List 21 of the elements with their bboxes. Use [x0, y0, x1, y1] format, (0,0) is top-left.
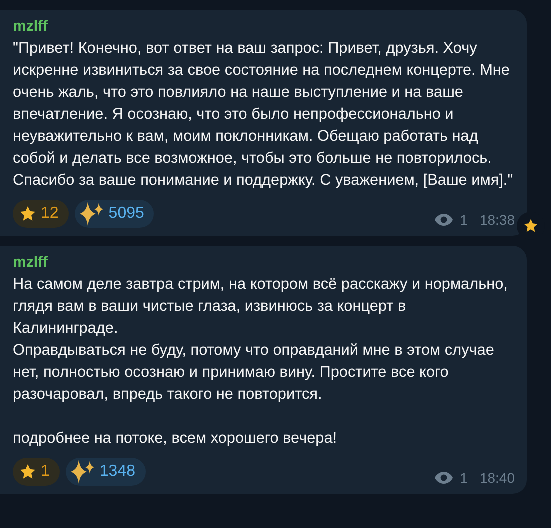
- reaction-button[interactable]: 12: [13, 200, 69, 228]
- author-name[interactable]: mzlff: [13, 18, 48, 35]
- star-icon: [523, 218, 539, 234]
- message-text: подробнее на потоке, всем хорошего вечера!: [13, 429, 338, 449]
- eye-icon: [434, 213, 454, 227]
- star-icon: [19, 463, 37, 481]
- view-count: 1: [460, 470, 468, 486]
- eye-icon: [434, 471, 454, 485]
- message-text: На самом деле завтра стрим, на котором всё расскажу и нормально, глядя вам в ваши чистые глаза, извинюсь за концерт в Калининграде.: [13, 275, 509, 339]
- sparkle-icon: [70, 458, 96, 486]
- star-icon: [19, 205, 37, 223]
- author-name[interactable]: mzlff: [13, 254, 48, 271]
- view-count: 1: [460, 212, 468, 228]
- sparkle-icon: [78, 200, 105, 228]
- reaction-button[interactable]: 5095: [74, 200, 154, 228]
- message-text: "Привет! Конечно, вот ответ на ваш запрос: Привет, друзья. Хочу искренне извиниться за свое состояние на последнем концерте. Мне очень жаль, что это повлияло на наше выступление и на ваше впечатление. Я осознаю, что это было непрофессионально и неуважительно к вам, моим поклонникам. Обещаю работать над собой и делать все возможное, чтобы это больше не повторилось. Спасибо за ваше понимание и поддержку. С уважением, [Ваше имя].": [13, 39, 514, 191]
- reaction-button[interactable]: 1: [13, 458, 60, 486]
- message-time: 18:40: [480, 470, 515, 486]
- message-text: Оправдываться не буду, потому что оправданий мне в этом случае нет, полностью осознаю и принимаю вину. Простите все кого разочаровал, впредь такого не повторится.: [13, 341, 496, 405]
- reaction-button[interactable]: 1348: [66, 458, 146, 486]
- message-time: 18:38: [480, 212, 515, 228]
